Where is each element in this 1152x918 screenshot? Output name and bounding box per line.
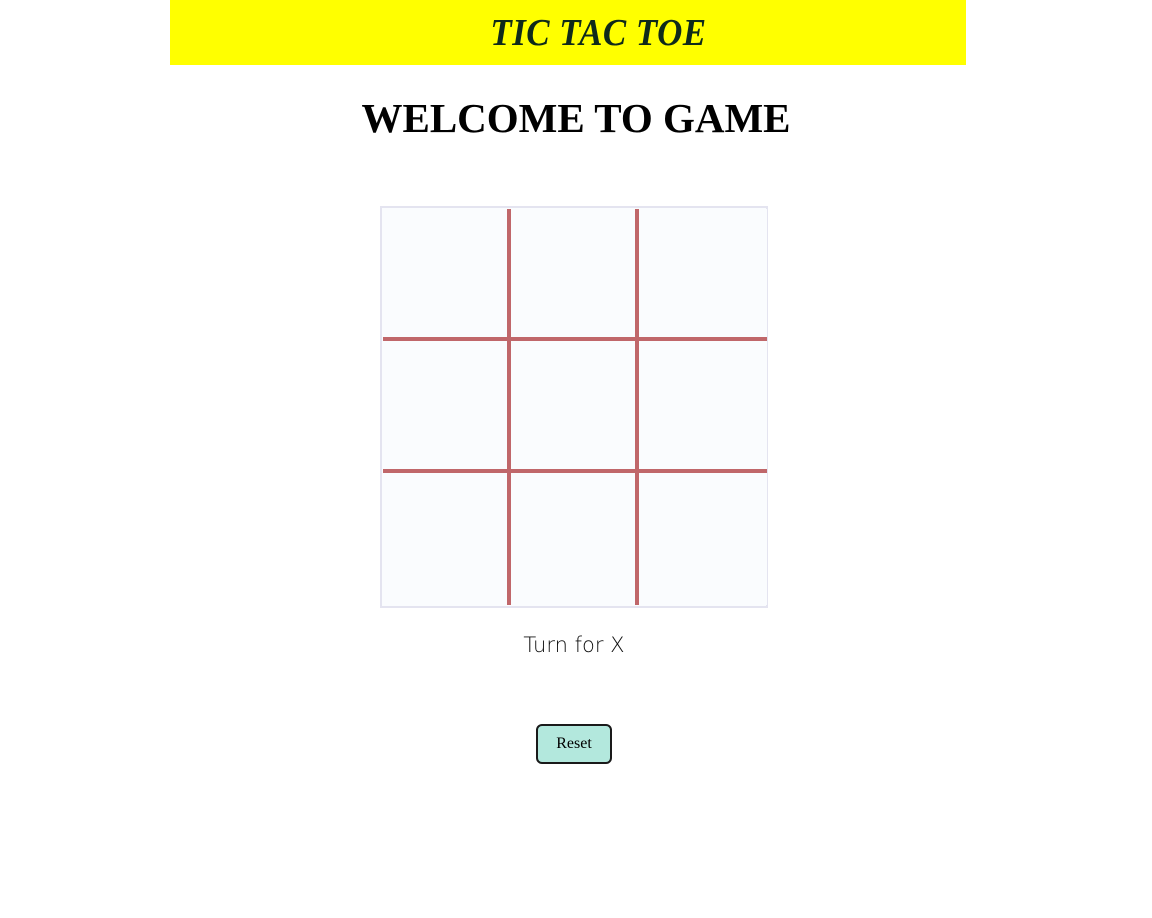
- turn-indicator: Turn for X: [523, 633, 625, 657]
- board-cell-5[interactable]: [511, 341, 639, 473]
- board-cell-3[interactable]: [639, 209, 767, 341]
- board-cell-6[interactable]: [639, 341, 767, 473]
- board-cell-7[interactable]: [383, 473, 511, 605]
- game-board: [380, 206, 768, 608]
- board-cell-4[interactable]: [383, 341, 511, 473]
- board-cell-8[interactable]: [511, 473, 639, 605]
- header-banner: TIC TAC TOE: [170, 0, 966, 65]
- app-title: TIC TAC TOE: [489, 11, 707, 54]
- page: TIC TAC TOE WELCOME TO GAME Turn for X R…: [0, 0, 1152, 918]
- reset-button[interactable]: Reset: [536, 724, 612, 764]
- welcome-heading: WELCOME TO GAME: [361, 95, 791, 141]
- board-cell-9[interactable]: [639, 473, 767, 605]
- board-cell-1[interactable]: [383, 209, 511, 341]
- board-cell-2[interactable]: [511, 209, 639, 341]
